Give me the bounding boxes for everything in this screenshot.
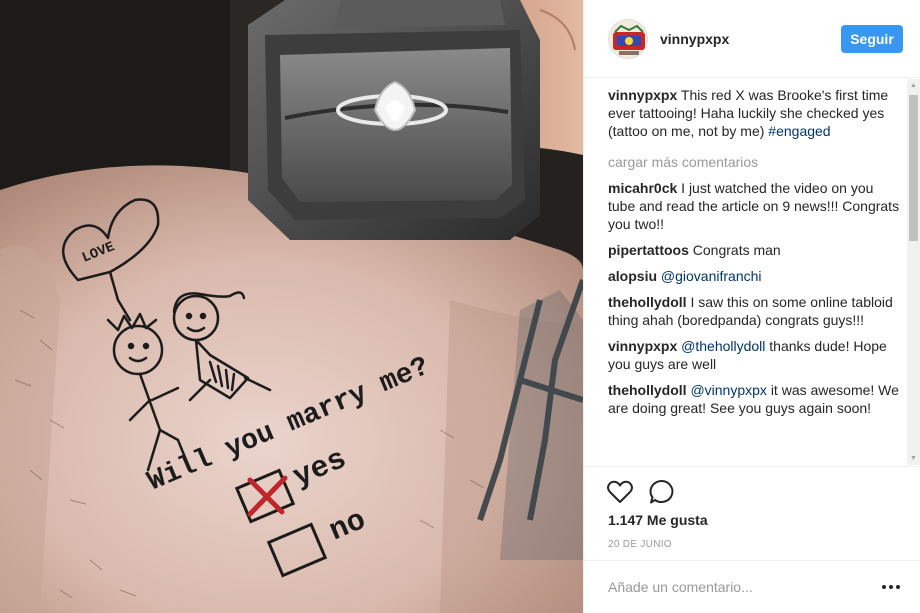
comment-button[interactable] <box>648 478 676 506</box>
tattoo-photo: LOVE Will you marry me? yes no <box>0 0 583 613</box>
comment-item: alopsiu @giovanifranchi <box>608 267 904 285</box>
comment-item: thehollydoll I saw this on some online t… <box>608 293 904 329</box>
comments-list: vinnypxpx This red X was Brooke's first … <box>608 86 904 464</box>
scroll-up-arrow-icon[interactable]: ▲ <box>907 79 920 92</box>
comment-input[interactable] <box>608 575 858 599</box>
post-caption: vinnypxpx This red X was Brooke's first … <box>608 86 904 140</box>
comment-item: micahr0ck I just watched the video on yo… <box>608 179 904 233</box>
post-date[interactable]: 20 DE JUNIO <box>608 539 672 550</box>
post-actions <box>606 478 676 506</box>
comment-mention[interactable]: @thehollydoll <box>681 338 765 354</box>
caption-username[interactable]: vinnypxpx <box>608 87 677 103</box>
comment-mention[interactable]: @giovanifranchi <box>661 268 762 284</box>
comment-item: vinnypxpx @thehollydoll thanks dude! Hop… <box>608 337 904 373</box>
comment-username[interactable]: thehollydoll <box>608 382 687 398</box>
heart-icon <box>607 480 633 503</box>
avatar-image <box>609 19 647 58</box>
scroll-thumb[interactable] <box>909 95 918 241</box>
like-button[interactable] <box>606 478 634 506</box>
post-sidebar: vinnypxpx Seguir vinnypxpx This red X wa… <box>583 0 920 613</box>
comment-item: pipertattoos Congrats man <box>608 241 904 259</box>
ellipsis-dot <box>889 585 893 589</box>
likes-count[interactable]: 1.147 Me gusta <box>608 512 708 528</box>
comment-username[interactable]: vinnypxpx <box>608 338 677 354</box>
instagram-post: LOVE Will you marry me? yes no vinnypxpx… <box>0 0 920 613</box>
follow-button[interactable]: Seguir <box>841 25 903 53</box>
ring-box <box>248 0 540 240</box>
speech-bubble-icon <box>649 479 674 504</box>
comment-username[interactable]: pipertattoos <box>608 242 689 258</box>
scroll-down-arrow-icon[interactable]: ▼ <box>907 452 920 465</box>
post-header: vinnypxpx Seguir <box>584 0 920 78</box>
post-author-username[interactable]: vinnypxpx <box>660 31 729 47</box>
add-comment-bar <box>584 560 920 613</box>
caption-hashtag[interactable]: #engaged <box>768 123 830 139</box>
comments-scrollbar[interactable]: ▲ ▼ <box>907 79 920 465</box>
post-photo[interactable]: LOVE Will you marry me? yes no <box>0 0 583 613</box>
comment-username[interactable]: alopsiu <box>608 268 657 284</box>
ellipsis-icon <box>882 585 886 589</box>
ellipsis-dot <box>896 585 900 589</box>
divider <box>584 466 920 467</box>
load-more-comments-link[interactable]: cargar más comentarios <box>608 153 904 171</box>
comment-mention[interactable]: @vinnypxpx <box>690 382 766 398</box>
avatar[interactable] <box>608 18 648 59</box>
comment-item: thehollydoll @vinnypxpx it was awesome! … <box>608 381 904 417</box>
comment-username[interactable]: thehollydoll <box>608 294 687 310</box>
comment-username[interactable]: micahr0ck <box>608 180 677 196</box>
comment-text: Congrats man <box>692 242 781 258</box>
more-options-button[interactable] <box>881 577 901 597</box>
